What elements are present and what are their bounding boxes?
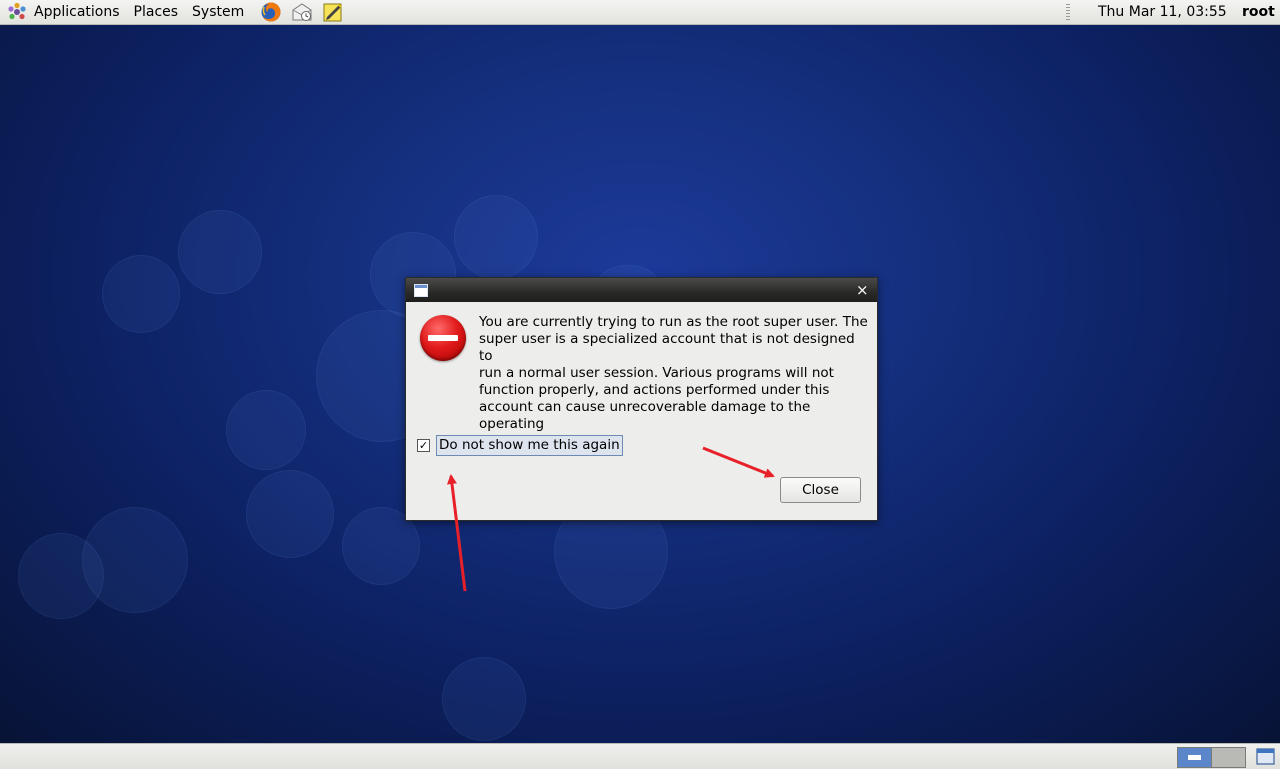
panel-grip[interactable] [1066,4,1070,20]
top-panel: Applications Places System Thu Mar 11, 0… [0,0,1280,25]
dont-show-again-checkbox[interactable]: ✓ [417,439,430,452]
workspace-2[interactable] [1211,747,1246,768]
workspace-window-thumb [1188,755,1201,760]
menu-places[interactable]: Places [127,0,186,24]
clock[interactable]: Thu Mar 11, 03:55 [1098,0,1227,24]
background-bokeh [246,470,334,558]
dialog-titlebar[interactable]: × [406,278,877,302]
root-warning-dialog: × You are currently trying to run as the… [405,277,878,521]
workspace-1[interactable] [1177,747,1212,768]
background-bokeh [178,210,262,294]
window-icon [414,284,428,297]
user-menu[interactable]: root [1242,0,1275,24]
firefox-icon[interactable] [260,1,282,23]
close-button[interactable]: Close [780,477,861,503]
background-bokeh [226,390,306,470]
background-bokeh [18,533,104,619]
dont-show-again-row[interactable]: ✓ Do not show me this again [417,435,623,456]
warning-message: You are currently trying to run as the r… [479,314,868,449]
background-bokeh [454,195,538,279]
menu-applications[interactable]: Applications [27,0,127,24]
background-bokeh [442,657,526,741]
bottom-panel [0,743,1280,769]
show-desktop-icon[interactable] [1256,748,1276,770]
gnome-foot-icon[interactable] [7,2,27,22]
error-stop-icon [420,315,466,361]
dont-show-again-label[interactable]: Do not show me this again [436,435,623,456]
close-icon[interactable]: × [856,281,869,299]
menu-system[interactable]: System [185,0,251,24]
notes-edit-icon[interactable] [322,1,344,23]
background-bokeh [102,255,180,333]
mail-clock-icon[interactable] [291,1,313,23]
